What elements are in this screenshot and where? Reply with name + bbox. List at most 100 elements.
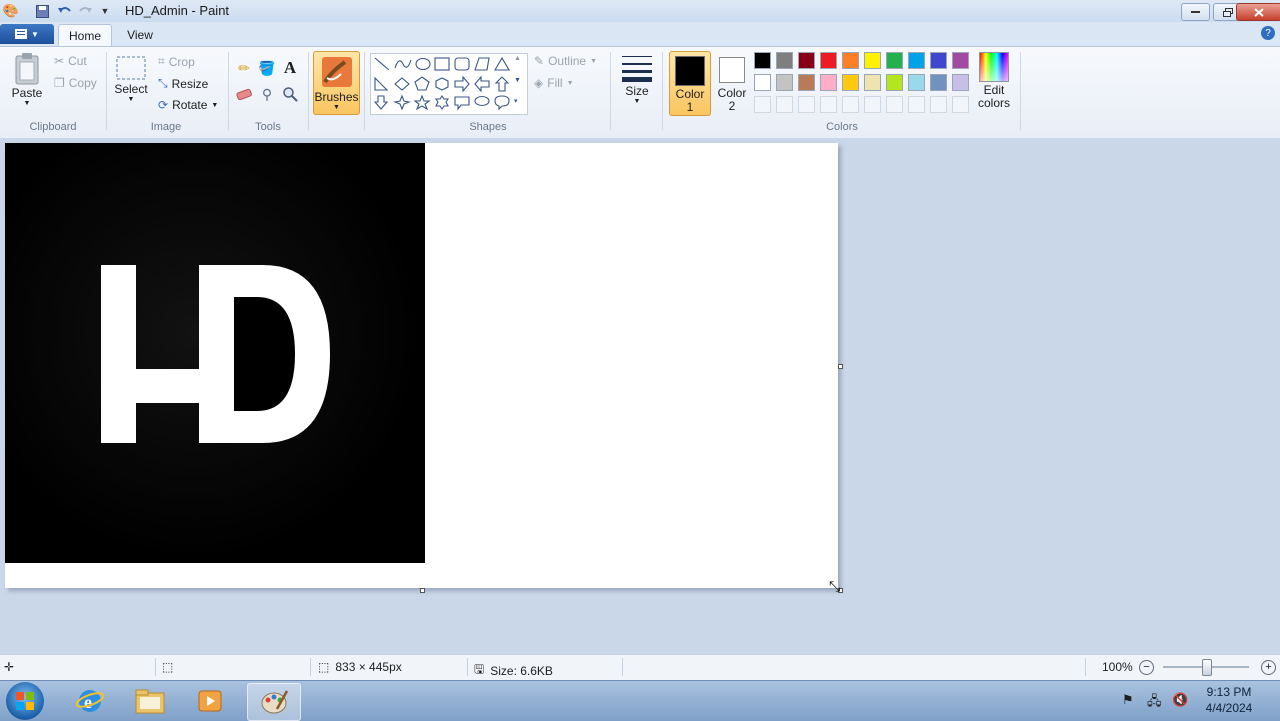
palette-swatch[interactable] bbox=[754, 74, 771, 91]
palette-swatch[interactable] bbox=[930, 52, 947, 69]
paint-palette-icon bbox=[261, 690, 289, 714]
ribbon-tab-bar bbox=[0, 22, 1280, 46]
crop-button[interactable]: ⌗ Crop bbox=[158, 54, 195, 69]
palette-swatch[interactable] bbox=[864, 52, 881, 69]
chevron-down-icon: ▼ bbox=[211, 101, 219, 109]
minimize-button[interactable] bbox=[1181, 3, 1210, 21]
palette-swatch[interactable] bbox=[864, 74, 881, 91]
color1-button[interactable]: Color 1 bbox=[669, 51, 711, 116]
scroll-up-icon[interactable]: ▲ bbox=[514, 55, 521, 62]
magnifier-icon[interactable] bbox=[280, 84, 300, 104]
palette-swatch[interactable] bbox=[842, 74, 859, 91]
eraser-icon[interactable] bbox=[234, 84, 254, 104]
zoom-out-icon[interactable]: − bbox=[1139, 660, 1154, 675]
rotate-button[interactable]: ⟳ Rotate ▼ bbox=[158, 98, 218, 112]
taskbar-paint[interactable] bbox=[247, 683, 301, 721]
color2-button[interactable]: Color 2 bbox=[712, 51, 752, 114]
resize-handle-bottom[interactable] bbox=[420, 588, 425, 593]
edit-colors-button[interactable]: Edit colors bbox=[976, 52, 1012, 116]
tools-group-label: Tools bbox=[255, 121, 281, 133]
zoom-in-icon[interactable]: + bbox=[1261, 660, 1276, 675]
divider bbox=[364, 52, 365, 130]
palette-swatch[interactable] bbox=[952, 74, 969, 91]
palette-swatch[interactable] bbox=[820, 74, 837, 91]
undo-icon[interactable] bbox=[56, 3, 72, 19]
start-button[interactable] bbox=[6, 682, 44, 720]
fill-bucket-icon[interactable]: 🪣 bbox=[257, 58, 277, 78]
outline-button[interactable]: ✎ Outline ▼ bbox=[534, 54, 597, 68]
taskbar-internet-explorer[interactable]: e bbox=[64, 683, 116, 719]
palette-swatch[interactable] bbox=[908, 52, 925, 69]
palette-swatch[interactable] bbox=[842, 52, 859, 69]
palette-swatch[interactable] bbox=[820, 52, 837, 69]
network-icon[interactable]: 🖧 bbox=[1147, 692, 1162, 714]
taskbar-clock[interactable]: 9:13 PM 4/4/2024 bbox=[1198, 684, 1260, 716]
expand-gallery-icon[interactable]: ▾ bbox=[514, 97, 518, 105]
palette-custom-slot[interactable] bbox=[952, 96, 969, 113]
copy-button[interactable]: ❐ Copy bbox=[54, 76, 97, 90]
palette-custom-slot[interactable] bbox=[776, 96, 793, 113]
brushes-button[interactable]: Brushes ▼ bbox=[313, 51, 360, 115]
fill-button[interactable]: ◈ Fill ▼ bbox=[534, 76, 574, 90]
palette-swatch[interactable] bbox=[798, 74, 815, 91]
color-picker-icon[interactable]: ⚲ bbox=[257, 84, 277, 104]
tab-view[interactable]: View bbox=[118, 26, 162, 44]
divider bbox=[610, 52, 611, 130]
chevron-down-icon: ▼ bbox=[633, 98, 641, 105]
select-icon bbox=[116, 56, 146, 80]
chevron-down-icon: ▼ bbox=[590, 57, 598, 65]
palette-swatch[interactable] bbox=[886, 74, 903, 91]
shapes-group-label: Shapes bbox=[469, 121, 507, 133]
scroll-down-icon[interactable]: ▼ bbox=[514, 77, 521, 84]
palette-swatch[interactable] bbox=[908, 74, 925, 91]
resize-label: Resize bbox=[171, 76, 209, 91]
cut-button[interactable]: ✂ Cut bbox=[54, 54, 87, 68]
size-button[interactable]: Size ▼ bbox=[618, 52, 656, 114]
palette-custom-slot[interactable] bbox=[754, 96, 771, 113]
action-center-flag-icon[interactable]: ⚑ bbox=[1122, 692, 1134, 708]
tab-home[interactable]: Home bbox=[58, 24, 112, 47]
edit-colors-label-line2: colors bbox=[977, 96, 1010, 110]
palette-swatch[interactable] bbox=[776, 74, 793, 91]
text-icon[interactable]: A bbox=[280, 58, 300, 78]
palette-swatch[interactable] bbox=[754, 52, 771, 69]
palette-custom-slot[interactable] bbox=[864, 96, 881, 113]
clock-time: 9:13 PM bbox=[1206, 685, 1252, 699]
paint-menu-button[interactable]: ▼ bbox=[0, 24, 54, 44]
paste-button[interactable]: Paste ▼ bbox=[10, 52, 44, 112]
resize-button[interactable]: ⤡ Resize bbox=[158, 76, 208, 91]
media-player-icon bbox=[198, 690, 222, 712]
help-icon[interactable]: ? bbox=[1261, 26, 1275, 40]
canvas-size-icon: ⬚ bbox=[318, 660, 330, 674]
disk-icon: 🖫 bbox=[474, 662, 485, 676]
paint-app-icon[interactable]: 🎨 bbox=[3, 3, 19, 19]
save-icon[interactable] bbox=[34, 3, 50, 19]
size-label: Size bbox=[625, 84, 649, 98]
pencil-icon[interactable]: ✏ bbox=[234, 58, 254, 78]
zoom-slider-thumb[interactable] bbox=[1202, 659, 1212, 676]
palette-swatch[interactable] bbox=[798, 52, 815, 69]
palette-swatch[interactable] bbox=[952, 52, 969, 69]
palette-custom-slot[interactable] bbox=[886, 96, 903, 113]
color-palette bbox=[754, 52, 969, 113]
resize-handle-right[interactable] bbox=[838, 364, 843, 369]
palette-swatch[interactable] bbox=[886, 52, 903, 69]
volume-muted-icon[interactable]: 🔇 bbox=[1172, 692, 1188, 708]
close-button[interactable] bbox=[1236, 3, 1280, 21]
palette-custom-slot[interactable] bbox=[820, 96, 837, 113]
brush-icon bbox=[321, 57, 352, 87]
customize-quick-access-icon[interactable]: ▼ bbox=[97, 3, 113, 19]
palette-custom-slot[interactable] bbox=[930, 96, 947, 113]
palette-custom-slot[interactable] bbox=[908, 96, 925, 113]
outline-icon: ✎ bbox=[534, 54, 545, 68]
redo-icon[interactable] bbox=[78, 3, 94, 19]
palette-swatch[interactable] bbox=[776, 52, 793, 69]
palette-custom-slot[interactable] bbox=[842, 96, 859, 113]
taskbar-file-explorer[interactable] bbox=[124, 683, 176, 719]
copy-icon: ❐ bbox=[54, 76, 65, 90]
taskbar-media-player[interactable] bbox=[184, 683, 236, 719]
chevron-down-icon: ▼ bbox=[31, 29, 39, 39]
select-button[interactable]: Select ▼ bbox=[114, 54, 148, 114]
palette-custom-slot[interactable] bbox=[798, 96, 815, 113]
palette-swatch[interactable] bbox=[930, 74, 947, 91]
